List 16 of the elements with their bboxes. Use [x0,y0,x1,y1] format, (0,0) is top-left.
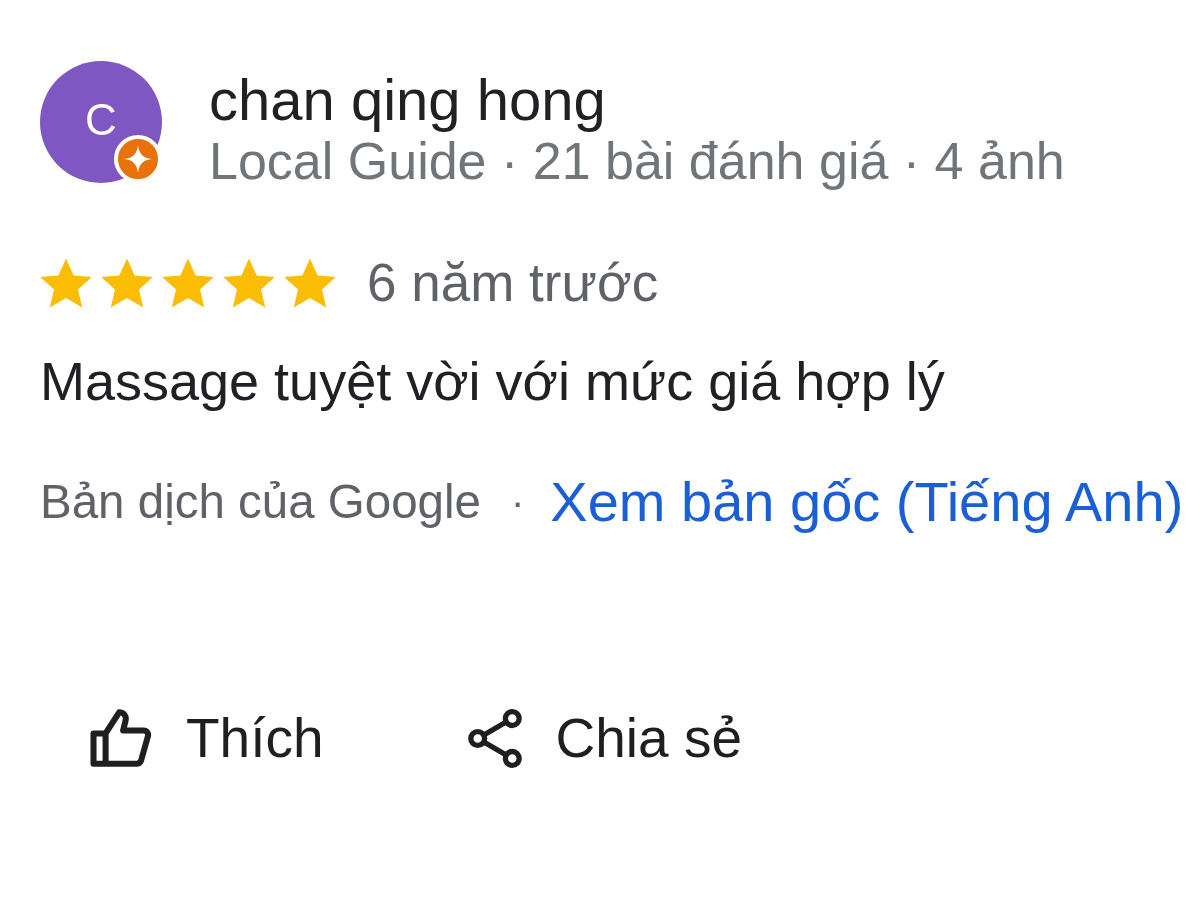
see-original-link[interactable]: Xem bản gốc (Tiếng Anh) [550,470,1184,534]
reviewer-name[interactable]: chan qing hong [209,69,606,131]
thumbs-up-icon [90,709,152,767]
share-icon [467,708,522,768]
star-icon [284,258,336,308]
reviewer-meta: Local Guide · 21 bài đánh giá · 4 ảnh [209,132,1065,191]
star-icon [40,258,92,308]
translation-label: Bản dịch của Google [40,474,481,530]
star-icon [223,258,275,308]
star-icon [162,258,214,308]
like-button[interactable]: Thích [90,706,324,770]
separator-dot: · [511,479,525,525]
share-button[interactable]: Chia sẻ [467,706,743,770]
star-icon [101,258,153,308]
review-text: Massage tuyệt vời với mức giá hợp lý [40,350,945,413]
review-time: 6 năm trước [367,252,659,314]
